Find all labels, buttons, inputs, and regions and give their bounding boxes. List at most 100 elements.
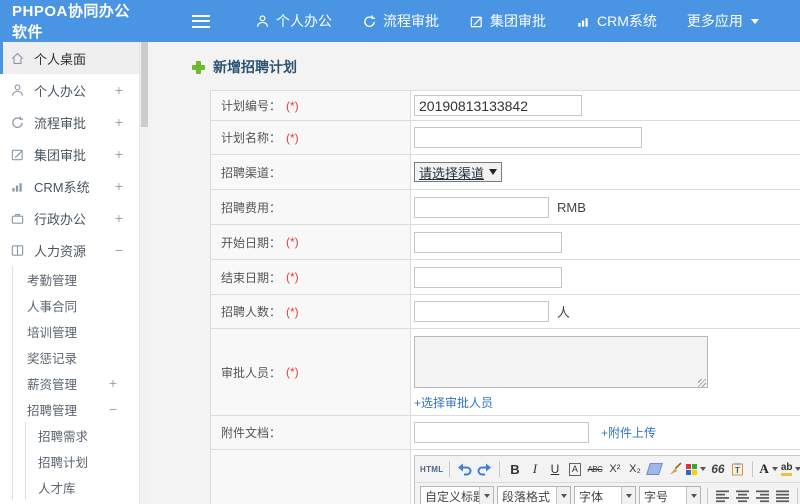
- nav-personal-office[interactable]: 个人办公: [240, 0, 347, 42]
- nav-crm-system[interactable]: CRM系统: [561, 0, 672, 42]
- sidebar-item-recruitment-management[interactable]: 招聘管理 −: [13, 396, 139, 422]
- required-marker: (*): [286, 235, 299, 249]
- blockquote-button[interactable]: 66: [709, 459, 726, 479]
- caret-down-icon: [771, 467, 778, 471]
- underline-button[interactable]: U: [546, 459, 563, 479]
- expand-toggle[interactable]: +: [115, 82, 139, 98]
- caret-down-icon: [750, 18, 759, 24]
- expand-toggle[interactable]: +: [115, 210, 139, 226]
- sidebar-item-salary-management[interactable]: 薪资管理 +: [13, 370, 139, 396]
- sidebar-item-administrative-office[interactable]: 行政办公 +: [0, 202, 139, 234]
- expand-toggle[interactable]: +: [109, 375, 139, 391]
- font-family-select[interactable]: 字体: [574, 486, 636, 504]
- form-row-recruitment-channel: 招聘渠道： 请选择渠道: [211, 155, 800, 190]
- rich-text-editor: HTML B I U A ABC X² X₂ 66 T A ab 自定义标题 段…: [414, 455, 800, 504]
- subscript-button[interactable]: X₂: [626, 459, 643, 479]
- bold-button[interactable]: B: [506, 459, 523, 479]
- sidebar-item-personnel-contract[interactable]: 人事合同: [13, 292, 139, 318]
- plan-name-input[interactable]: [414, 127, 642, 148]
- sidebar-item-human-resources[interactable]: 人力资源 −: [0, 234, 139, 266]
- color-style-button[interactable]: [686, 459, 707, 479]
- sidebar-item-recruitment-demand[interactable]: 招聘需求: [26, 422, 139, 448]
- select-approvers-link[interactable]: +选择审批人员: [414, 394, 493, 411]
- sidebar-item-process-approval[interactable]: 流程审批 +: [0, 106, 139, 138]
- broom-icon: [669, 462, 682, 475]
- sidebar-item-personal-office[interactable]: 个人办公 +: [0, 74, 139, 106]
- align-justify-button[interactable]: [774, 486, 791, 504]
- channel-select[interactable]: 请选择渠道: [414, 162, 503, 182]
- expand-toggle[interactable]: +: [115, 114, 139, 130]
- superscript-button[interactable]: X²: [606, 459, 623, 479]
- expand-toggle[interactable]: +: [115, 146, 139, 162]
- field-label: 招聘人数：: [221, 305, 282, 319]
- align-left-button[interactable]: [714, 486, 731, 504]
- required-marker: (*): [286, 98, 299, 113]
- start-date-input[interactable]: [414, 231, 562, 253]
- editor-toolbar-row1: HTML B I U A ABC X² X₂ 66 T A ab: [415, 456, 800, 483]
- hamburger-menu-icon[interactable]: [192, 14, 210, 28]
- sidebar-item-attendance-management[interactable]: 考勤管理: [13, 266, 139, 292]
- nav-group-approval[interactable]: 集团审批: [454, 0, 561, 42]
- sidebar-item-talent-pool[interactable]: 人才库: [26, 474, 139, 500]
- attachment-input[interactable]: [414, 422, 589, 443]
- sidebar-item-group-approval[interactable]: 集团审批 +: [0, 138, 139, 170]
- nav-more-apps[interactable]: 更多应用: [672, 0, 774, 42]
- sidebar-item-recruitment-plan[interactable]: 招聘计划: [26, 448, 139, 474]
- home-icon: [10, 51, 25, 66]
- sidebar-item-reward-punishment[interactable]: 奖惩记录: [13, 344, 139, 370]
- process-icon: [10, 115, 25, 130]
- form-row-editor: HTML B I U A ABC X² X₂ 66 T A ab 自定义标题 段…: [211, 450, 800, 504]
- format-painter-button[interactable]: [666, 459, 683, 479]
- field-label: 结束日期：: [221, 270, 282, 285]
- caret-down-icon: [479, 487, 493, 504]
- sidebar: 个人桌面 个人办公 + 流程审批 + 集团审批 + CRM系统 + 行政办公 +…: [0, 42, 140, 504]
- chart-icon: [576, 14, 591, 29]
- end-date-input[interactable]: [414, 266, 562, 288]
- top-nav: 个人办公 流程审批 集团审批 CRM系统 更多应用: [240, 0, 774, 42]
- sidebar-item-crm-system[interactable]: CRM系统 +: [0, 170, 139, 202]
- sidebar-scrollbar-thumb[interactable]: [141, 42, 148, 127]
- expand-toggle[interactable]: +: [115, 178, 139, 194]
- currency-suffix: RMB: [557, 199, 586, 215]
- app-logo: PHPOA协同办公软件: [12, 3, 130, 41]
- cost-input[interactable]: [414, 196, 549, 218]
- form-row-plan-number: 计划编号： (*): [211, 91, 800, 121]
- highlight-color-button[interactable]: ab: [780, 459, 800, 479]
- attachment-upload-link[interactable]: +附件上传: [601, 424, 656, 441]
- align-center-button[interactable]: [734, 486, 751, 504]
- paste-text-button[interactable]: T: [729, 459, 746, 479]
- field-label: 审批人员：: [221, 365, 282, 380]
- sidebar-item-personal-desktop[interactable]: 个人桌面: [0, 42, 139, 74]
- align-right-button[interactable]: [754, 486, 771, 504]
- headcount-input[interactable]: [414, 301, 549, 322]
- redo-button[interactable]: [476, 459, 493, 479]
- html-source-button[interactable]: HTML: [420, 459, 443, 479]
- field-label: 招聘渠道：: [221, 165, 282, 180]
- paragraph-format-select[interactable]: 段落格式: [497, 486, 571, 504]
- caret-down-icon: [700, 467, 707, 471]
- expand-toggle[interactable]: −: [109, 401, 139, 417]
- font-color-button[interactable]: A: [759, 459, 778, 479]
- field-label: 开始日期：: [221, 235, 282, 250]
- nav-process-approval[interactable]: 流程审批: [347, 0, 454, 42]
- sidebar-item-training-management[interactable]: 培训管理: [13, 318, 139, 344]
- font-size-select[interactable]: 字号: [639, 486, 701, 504]
- undo-button[interactable]: [456, 459, 473, 479]
- sidebar-scrollbar: [141, 42, 148, 504]
- app-header: PHPOA协同办公软件 个人办公 流程审批 集团审批 CRM系统 更多应用: [0, 0, 800, 42]
- expand-toggle[interactable]: −: [115, 242, 139, 258]
- add-plus-icon: [192, 60, 205, 74]
- approvers-textarea[interactable]: [414, 336, 708, 388]
- book-icon: [10, 243, 25, 258]
- strikethrough-button[interactable]: ABC: [586, 459, 603, 479]
- plan-number-input[interactable]: [414, 95, 582, 116]
- briefcase-icon: [10, 211, 25, 226]
- char-border-button[interactable]: A: [566, 459, 583, 479]
- caret-down-icon: [621, 487, 635, 504]
- edit-icon: [10, 147, 25, 162]
- svg-text:T: T: [735, 466, 740, 475]
- remove-format-button[interactable]: [646, 459, 664, 479]
- custom-heading-select[interactable]: 自定义标题: [420, 486, 494, 504]
- hr-submenu: 考勤管理 人事合同 培训管理 奖惩记录 薪资管理 + 招聘管理 − 招聘需求 招…: [12, 266, 139, 500]
- italic-button[interactable]: I: [526, 459, 543, 479]
